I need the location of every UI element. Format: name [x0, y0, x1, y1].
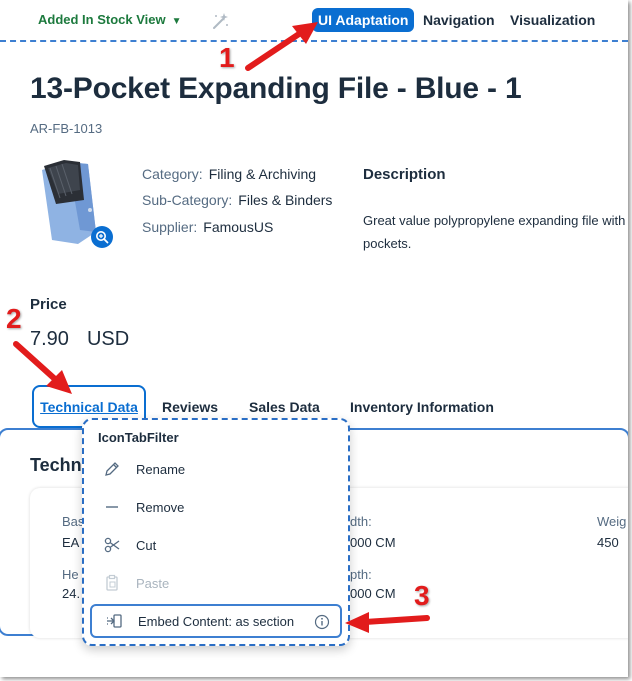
menu-item-embed-content[interactable]: Embed Content: as section — [90, 604, 342, 638]
menu-item-label: Cut — [136, 537, 157, 553]
field-value: EA — [62, 535, 80, 550]
variant-label: Added In Stock View — [38, 12, 166, 27]
menu-item-label: Remove — [136, 499, 185, 515]
tab-reviews[interactable]: Reviews — [162, 399, 218, 415]
annotation-arrow-1 — [245, 22, 318, 71]
price-heading: Price — [30, 296, 67, 313]
category-field: Category: Filing & Archiving — [142, 166, 316, 182]
field-value: 450 — [597, 535, 619, 550]
context-menu-title: IconTabFilter — [98, 430, 179, 445]
category-label: Category: — [142, 166, 203, 182]
price-currency: USD — [86, 328, 130, 350]
description-heading: Description — [363, 166, 446, 183]
subcategory-field: Sub-Category: Files & Binders — [142, 192, 332, 208]
caret-down-icon: ▼ — [171, 16, 182, 27]
section-title: Techn — [30, 455, 82, 475]
field-value: 24. — [62, 586, 81, 601]
supplier-field: Supplier: FamousUS — [142, 219, 273, 235]
magic-wand-icon[interactable] — [210, 11, 230, 31]
navigation-button[interactable]: Navigation — [423, 8, 495, 32]
annotation-number-1: 1 — [219, 42, 235, 73]
clipboard-icon — [94, 574, 130, 592]
supplier-label: Supplier: — [142, 219, 198, 235]
tab-sales-data[interactable]: Sales Data — [249, 399, 320, 415]
tab-inventory-information[interactable]: Inventory Information — [350, 399, 494, 415]
product-id: AR-FB-1013 — [30, 121, 103, 136]
menu-item-paste[interactable]: Paste — [90, 566, 342, 600]
category-value: Filing & Archiving — [208, 166, 317, 182]
menu-item-cut[interactable]: Cut — [90, 528, 342, 562]
field-value: 000 CM — [350, 586, 396, 601]
annotation-number-2: 2 — [6, 303, 22, 334]
embed-icon — [96, 612, 132, 630]
field-label: pth: — [350, 567, 372, 582]
annotation-arrow-2 — [13, 341, 72, 394]
menu-item-label: Embed Content: as section — [138, 613, 295, 629]
app-frame: Added In Stock View ▼ UI Adaptation Navig… — [0, 0, 628, 677]
pencil-icon — [94, 460, 130, 478]
field-label: dth: — [350, 514, 372, 529]
menu-item-remove[interactable]: Remove — [90, 490, 342, 524]
info-icon[interactable] — [314, 614, 330, 633]
supplier-value: FamousUS — [203, 219, 274, 235]
menu-item-label: Rename — [136, 461, 186, 477]
field-label: He — [62, 567, 79, 582]
menu-item-rename[interactable]: Rename — [90, 452, 342, 486]
menu-item-label: Paste — [136, 575, 170, 591]
subcategory-value: Files & Binders — [238, 192, 333, 208]
field-value: 000 CM — [350, 535, 396, 550]
scissors-icon — [94, 536, 130, 554]
minus-icon — [94, 498, 130, 516]
variant-selector[interactable]: Added In Stock View ▼ — [38, 12, 182, 27]
visualization-button[interactable]: Visualization — [510, 8, 595, 32]
zoom-icon[interactable] — [91, 226, 113, 248]
subcategory-label: Sub-Category: — [142, 192, 233, 208]
field-label: Weig — [597, 514, 627, 529]
annotation-number-3: 3 — [414, 580, 430, 611]
description-text: Great value polypropylene expanding file… — [363, 213, 628, 251]
context-menu: IconTabFilter Rename Remove Cut Paste Em… — [82, 418, 350, 646]
